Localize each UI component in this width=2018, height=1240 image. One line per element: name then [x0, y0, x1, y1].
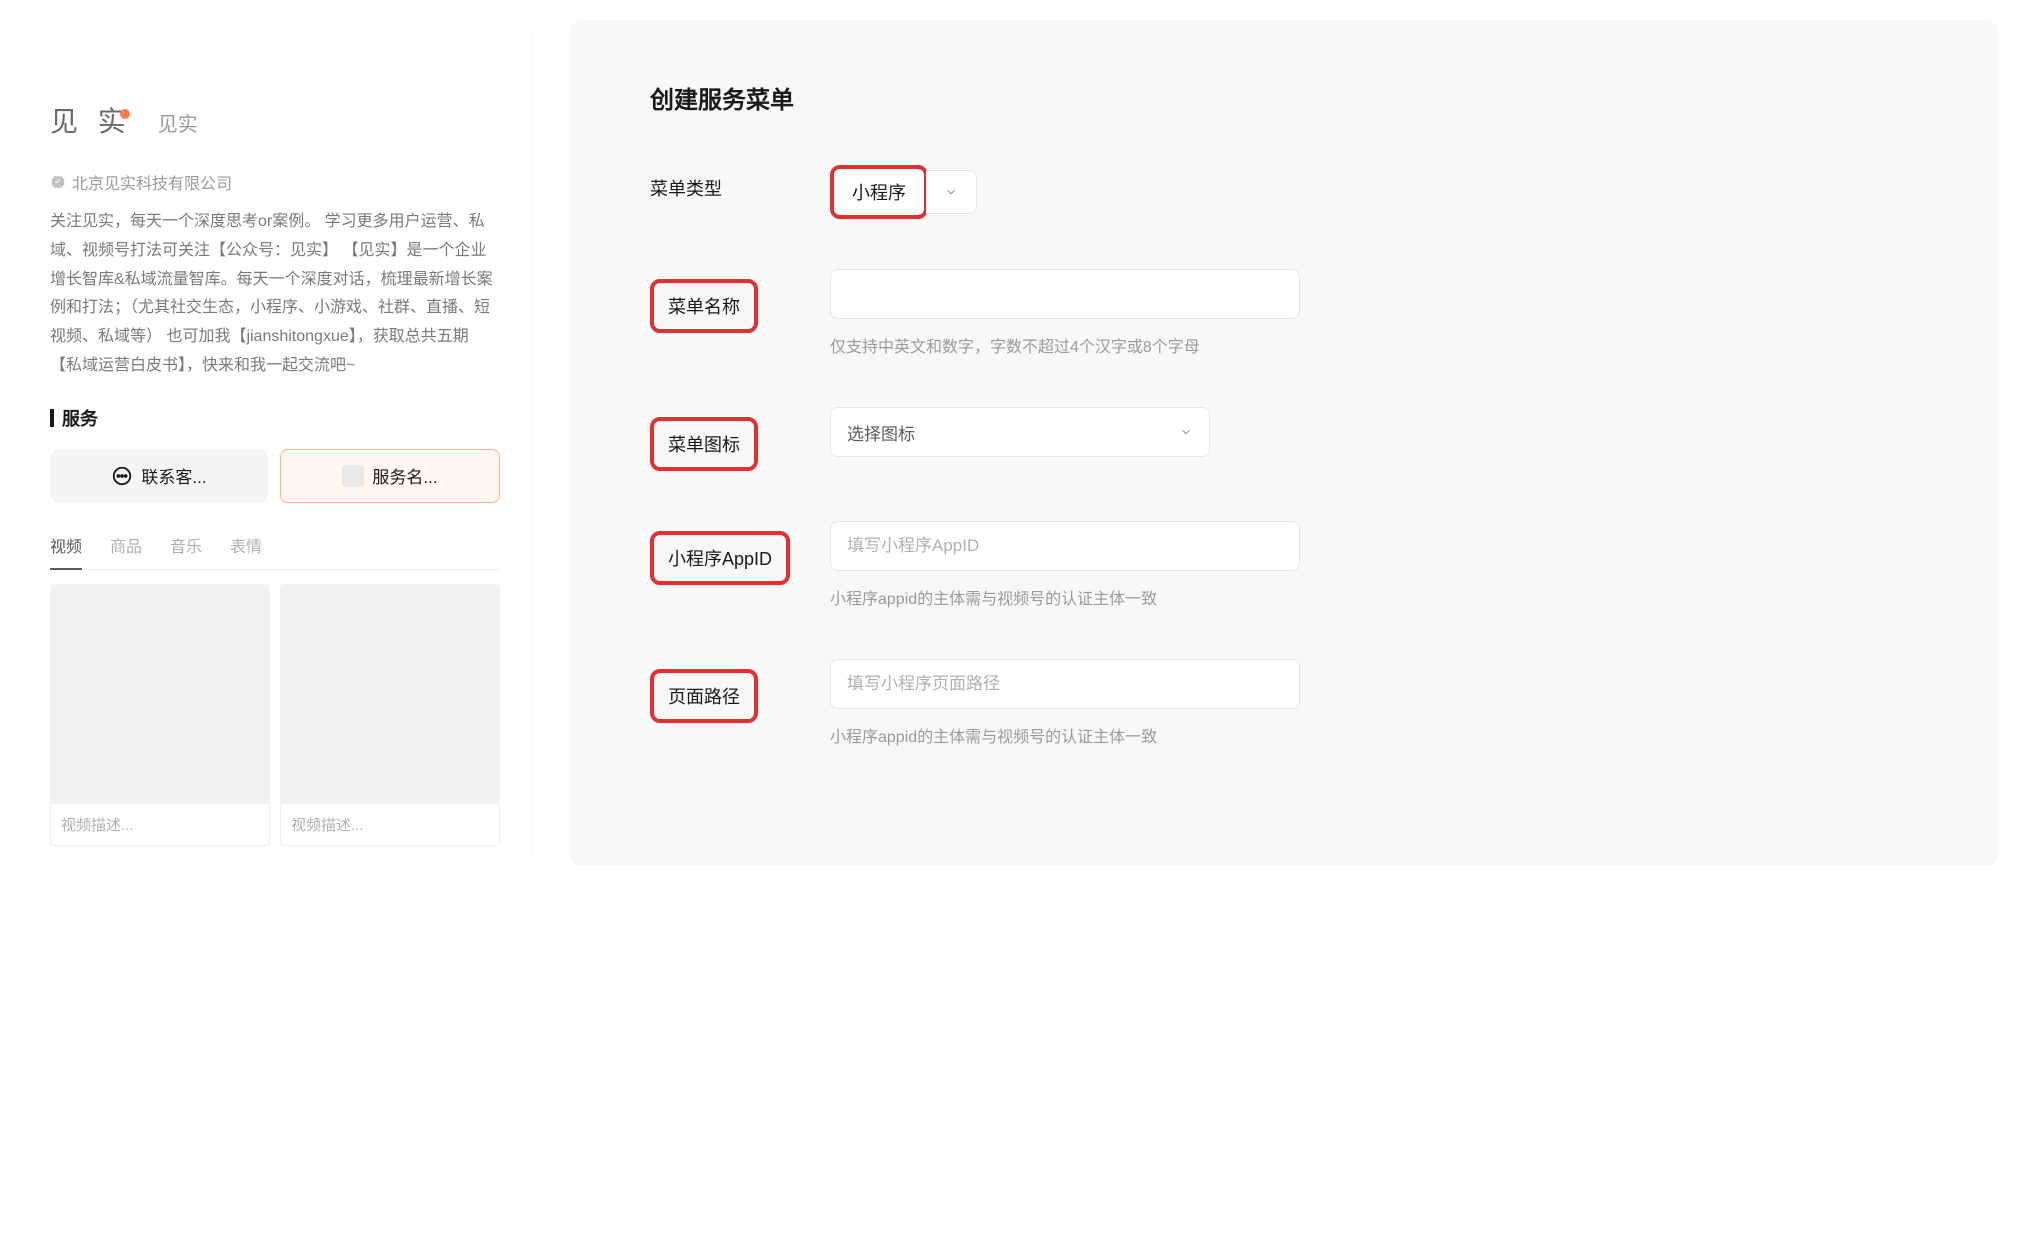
- tab-product[interactable]: 商品: [110, 533, 142, 569]
- label-menu-type: 菜单类型: [650, 165, 830, 201]
- chevron-down-icon: [944, 185, 958, 199]
- video-grid: 视频描述... 视频描述...: [50, 584, 500, 846]
- form-title: 创建服务菜单: [650, 80, 1918, 115]
- chevron-down-icon: [1179, 425, 1193, 439]
- label-page-path: 页面路径: [650, 659, 830, 723]
- tab-video[interactable]: 视频: [50, 533, 82, 569]
- form-row-menu-name: 菜单名称 仅支持中英文和数字，字数不超过4个汉字或8个字母: [650, 269, 1918, 357]
- video-description: 视频描述...: [50, 804, 270, 846]
- video-card[interactable]: 视频描述...: [280, 584, 500, 846]
- form-row-menu-icon: 菜单图标 选择图标: [650, 407, 1918, 471]
- label-menu-name: 菜单名称: [650, 269, 830, 333]
- tab-music[interactable]: 音乐: [170, 533, 202, 569]
- brand-logo-dot-icon: [120, 109, 130, 119]
- video-thumbnail: [50, 584, 270, 804]
- menu-name-helper: 仅支持中英文和数字，字数不超过4个汉字或8个字母: [830, 333, 1918, 357]
- app-id-helper: 小程序appid的主体需与视频号的认证主体一致: [830, 585, 1918, 609]
- page-path-helper: 小程序appid的主体需与视频号的认证主体一致: [830, 723, 1918, 747]
- menu-name-input[interactable]: [830, 269, 1300, 319]
- video-thumbnail: [280, 584, 500, 804]
- placeholder-icon: [342, 465, 364, 487]
- form-row-app-id: 小程序AppID 小程序appid的主体需与视频号的认证主体一致: [650, 521, 1918, 609]
- profile-description: 关注见实，每天一个深度思考or案例。 学习更多用户运营、私域、视频号打法可关注【…: [50, 208, 500, 381]
- chat-icon: [111, 465, 133, 487]
- form-row-page-path: 页面路径 小程序appid的主体需与视频号的认证主体一致: [650, 659, 1918, 747]
- menu-icon-select[interactable]: 选择图标: [830, 407, 1210, 457]
- page-path-input[interactable]: [830, 659, 1300, 709]
- profile-preview-panel: 见 实 见实 北京见实科技有限公司 关注见实，每天一个深度思考or案例。 学习更…: [20, 20, 530, 866]
- create-service-menu-form: 创建服务菜单 菜单类型 小程序 菜单名称: [570, 20, 1998, 866]
- menu-type-select-extension[interactable]: [926, 170, 977, 214]
- contact-customer-button[interactable]: 联系客...: [50, 449, 268, 503]
- menu-type-select-highlight: 小程序: [830, 165, 928, 219]
- service-name-button[interactable]: 服务名...: [280, 449, 500, 503]
- label-menu-icon: 菜单图标: [650, 407, 830, 471]
- brand-logo: 见 实: [50, 100, 142, 140]
- video-description: 视频描述...: [280, 804, 500, 846]
- brand-row: 见 实 见实: [50, 100, 500, 140]
- company-row: 北京见实科技有限公司: [50, 170, 500, 194]
- label-app-id: 小程序AppID: [650, 521, 830, 585]
- service-buttons: 联系客... 服务名...: [50, 449, 500, 503]
- service-section-title: 服务: [50, 405, 500, 431]
- menu-type-select[interactable]: 小程序: [834, 169, 924, 215]
- video-card[interactable]: 视频描述...: [50, 584, 270, 846]
- company-name: 北京见实科技有限公司: [72, 170, 232, 194]
- brand-name: 见实: [158, 108, 198, 137]
- verify-badge-icon: [50, 174, 66, 190]
- section-bar-icon: [50, 409, 54, 427]
- form-row-menu-type: 菜单类型 小程序: [650, 165, 1918, 219]
- tab-sticker[interactable]: 表情: [230, 533, 262, 569]
- content-tabs: 视频 商品 音乐 表情: [50, 533, 500, 570]
- app-id-input[interactable]: [830, 521, 1300, 571]
